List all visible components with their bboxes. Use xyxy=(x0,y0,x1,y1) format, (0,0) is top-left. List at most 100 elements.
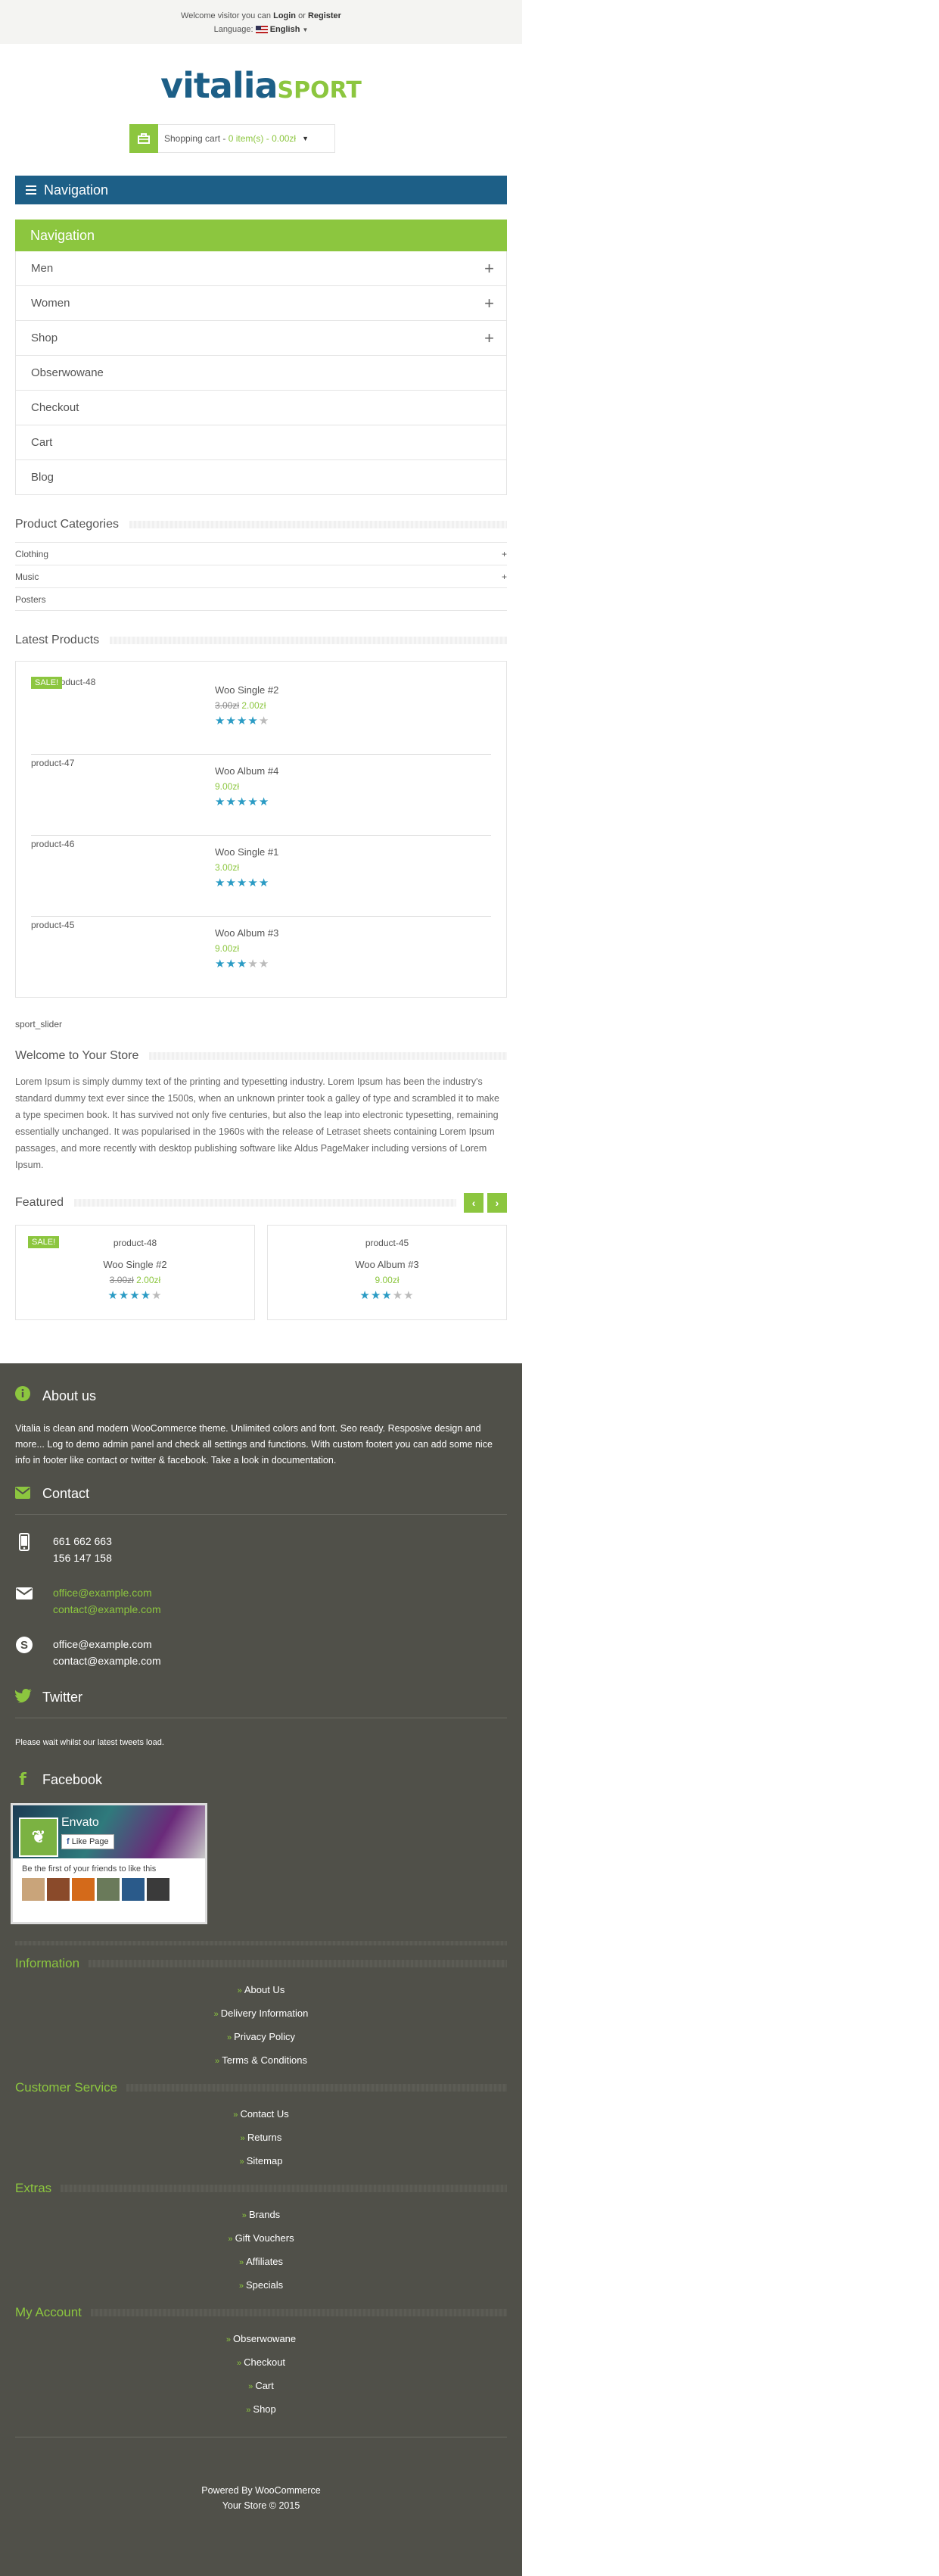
footer: About us Vitalia is clean and modern Woo… xyxy=(0,1363,522,2576)
nav-item-men[interactable]: Men + xyxy=(16,251,506,285)
cart-label: Shopping cart - xyxy=(164,133,226,144)
facebook-icon: f xyxy=(19,1771,26,1789)
list-item: product-45 Woo Album #3 9.00zł ★★★★★ xyxy=(31,917,491,997)
star-rating: ★★★★★ xyxy=(215,957,278,970)
section-title: Latest Products xyxy=(15,634,100,646)
plus-icon[interactable]: + xyxy=(484,260,494,277)
contact-title: Contact xyxy=(42,1485,90,1501)
list-item: product-48 SALE! Woo Single #2 3.00zł 2.0… xyxy=(31,674,491,755)
facebook-icon: f xyxy=(67,1837,70,1846)
footer-link[interactable]: About Us xyxy=(15,1979,507,2002)
shopping-cart-button[interactable]: Shopping cart - 0 item(s) - 0.00zł ▼ xyxy=(129,124,335,153)
nav-item-checkout[interactable]: Checkout xyxy=(16,390,506,425)
divider xyxy=(89,1960,507,1967)
product-image[interactable]: product-46 xyxy=(31,836,215,916)
star-filled-icon: ★ xyxy=(258,877,270,889)
like-page-button[interactable]: f Like Page xyxy=(61,1834,114,1849)
product-name[interactable]: Woo Single #1 xyxy=(215,846,278,858)
avatar[interactable] xyxy=(72,1878,95,1901)
prev-arrow-icon[interactable]: ‹ xyxy=(464,1193,483,1213)
email-link[interactable]: contact@example.com xyxy=(53,1601,161,1618)
divider xyxy=(15,1514,507,1515)
avatar[interactable] xyxy=(22,1878,45,1901)
uk-flag-icon xyxy=(255,26,268,34)
footer-link[interactable]: Checkout xyxy=(15,2351,507,2375)
footer-link[interactable]: Contact Us xyxy=(15,2103,507,2126)
plus-icon[interactable]: + xyxy=(502,572,507,582)
footer-link[interactable]: Obserwowane xyxy=(15,2328,507,2351)
language-selector[interactable]: English ▼ xyxy=(255,25,308,34)
footer-link[interactable]: Privacy Policy xyxy=(15,2026,507,2049)
divider xyxy=(74,1199,456,1207)
star-filled-icon: ★ xyxy=(107,1289,119,1302)
featured-product-card[interactable]: SALE! product-48 Woo Single #2 3.00zł 2.… xyxy=(15,1225,255,1320)
product-image[interactable]: product-45 xyxy=(31,917,215,997)
footer-link[interactable]: Returns xyxy=(15,2126,507,2150)
next-arrow-icon[interactable]: › xyxy=(487,1193,507,1213)
product-image[interactable]: product-47 xyxy=(31,755,215,835)
product-name[interactable]: Woo Album #3 xyxy=(268,1259,506,1270)
category-label: Music xyxy=(15,571,39,582)
footer-link[interactable]: Shop xyxy=(15,2398,507,2422)
plus-icon[interactable]: + xyxy=(502,549,507,559)
email-link[interactable]: office@example.com xyxy=(53,1584,161,1601)
register-link[interactable]: Register xyxy=(308,11,341,20)
footer-link[interactable]: Specials xyxy=(15,2274,507,2297)
plus-icon[interactable]: + xyxy=(484,294,494,312)
facebook-section: f Facebook ❦ Envato f Like Page Be the f… xyxy=(11,1771,507,1924)
plus-icon[interactable]: + xyxy=(484,329,494,347)
facebook-page-widget[interactable]: ❦ Envato f Like Page Be the first of you… xyxy=(11,1803,207,1924)
star-empty-icon: ★ xyxy=(247,958,259,970)
nav-item-obserwowane[interactable]: Obserwowane xyxy=(16,355,506,390)
star-filled-icon: ★ xyxy=(225,877,237,889)
facebook-page-name[interactable]: Envato xyxy=(61,1816,99,1830)
phone-number: 661 662 663 xyxy=(53,1535,112,1547)
price: 9.00zł xyxy=(375,1275,400,1285)
product-name[interactable]: Woo Single #2 xyxy=(215,684,278,696)
footer-link[interactable]: Sitemap xyxy=(15,2150,507,2173)
star-filled-icon: ★ xyxy=(247,877,259,889)
facebook-title: Facebook xyxy=(42,1772,103,1787)
info-icon xyxy=(15,1386,30,1406)
customer-service-links: Customer Service Contact Us Returns Site… xyxy=(15,2080,507,2173)
category-music[interactable]: Music + xyxy=(15,565,507,587)
navigation-toggle[interactable]: Navigation xyxy=(15,176,507,204)
featured-product-card[interactable]: product-45 Woo Album #3 9.00zł ★★★★★ xyxy=(267,1225,507,1320)
footer-link[interactable]: Affiliates xyxy=(15,2250,507,2274)
footer-link[interactable]: Gift Vouchers xyxy=(15,2227,507,2250)
category-clothing[interactable]: Clothing + xyxy=(15,542,507,565)
envelope-icon xyxy=(15,1584,33,1603)
avatar[interactable] xyxy=(47,1878,70,1901)
product-name[interactable]: Woo Album #3 xyxy=(215,927,278,939)
email-row: office@example.com contact@example.com xyxy=(15,1584,507,1618)
old-price: 3.00zł xyxy=(215,700,240,711)
nav-item-women[interactable]: Women + xyxy=(16,285,506,320)
avatar[interactable] xyxy=(122,1878,145,1901)
nav-item-label: Cart xyxy=(31,436,53,449)
footer-link[interactable]: Cart xyxy=(15,2375,507,2398)
divider xyxy=(110,637,507,644)
product-image[interactable]: product-48 SALE! xyxy=(31,674,215,754)
nav-item-cart[interactable]: Cart xyxy=(16,425,506,459)
footer-link[interactable]: Delivery Information xyxy=(15,2002,507,2026)
footer-link[interactable]: Brands xyxy=(15,2204,507,2227)
login-link[interactable]: Login xyxy=(273,11,296,20)
avatar[interactable] xyxy=(147,1878,169,1901)
star-filled-icon: ★ xyxy=(215,715,226,727)
category-posters[interactable]: Posters xyxy=(15,587,507,611)
site-logo[interactable]: vitaliaSPORT xyxy=(0,65,522,106)
latest-products-heading: Latest Products xyxy=(15,634,507,647)
product-name[interactable]: Woo Album #4 xyxy=(215,765,278,777)
twitter-icon xyxy=(14,1687,32,1707)
product-name[interactable]: Woo Single #2 xyxy=(16,1259,254,1270)
page: Welcome visitor you can Login or Registe… xyxy=(0,0,522,1320)
skype-contact: contact@example.com xyxy=(53,1655,161,1667)
nav-item-blog[interactable]: Blog xyxy=(16,459,506,494)
section-title: Customer Service xyxy=(15,2080,118,2095)
latest-products-list: product-48 SALE! Woo Single #2 3.00zł 2.0… xyxy=(15,661,507,998)
star-filled-icon: ★ xyxy=(381,1289,393,1302)
nav-item-shop[interactable]: Shop + xyxy=(16,320,506,355)
product-image[interactable]: product-45 xyxy=(268,1238,506,1248)
footer-link[interactable]: Terms & Conditions xyxy=(15,2049,507,2073)
avatar[interactable] xyxy=(97,1878,120,1901)
